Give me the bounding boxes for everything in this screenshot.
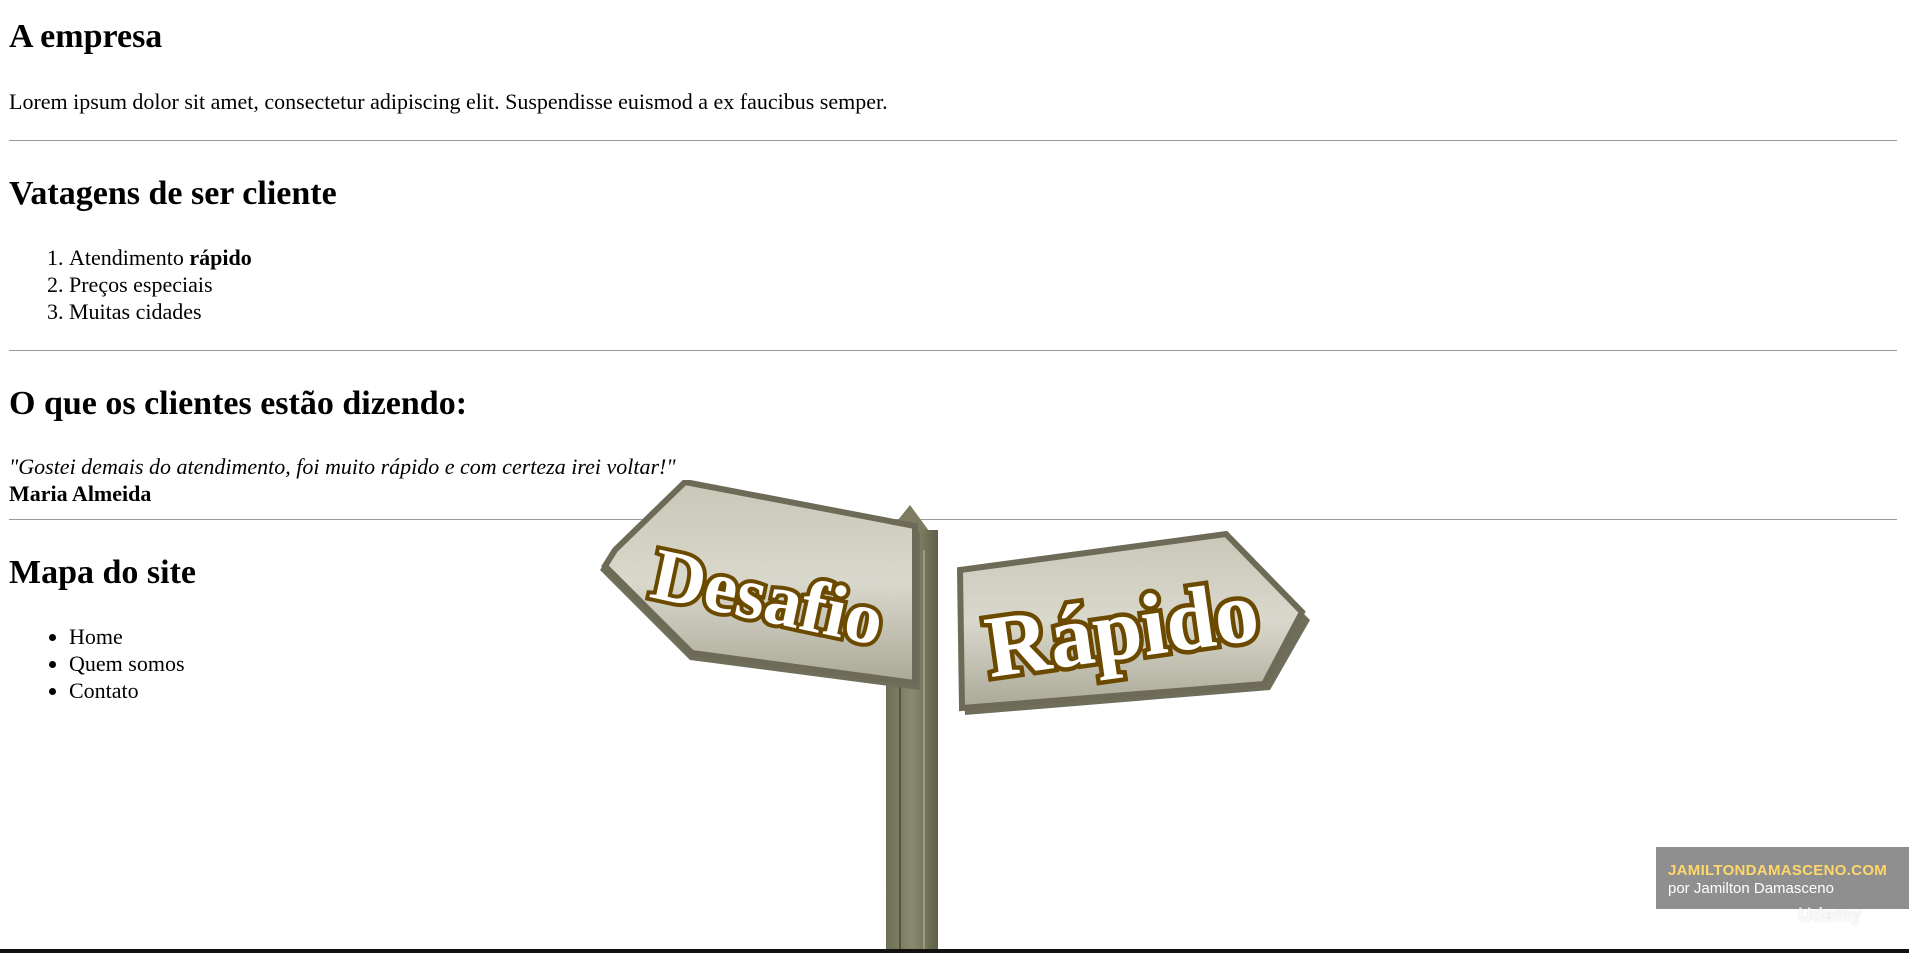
list-item-bold: rápido bbox=[189, 245, 252, 270]
advantages-title: Vatagens de ser cliente bbox=[9, 175, 337, 212]
list-item: Muitas cidades bbox=[69, 298, 252, 325]
page: A empresa Lorem ipsum dolor sit amet, co… bbox=[0, 0, 1909, 953]
list-item: Atendimento rápido bbox=[69, 244, 252, 271]
company-title: A empresa bbox=[9, 18, 163, 55]
sitemap-item-quem-somos: Quem somos bbox=[69, 650, 185, 677]
testimonial-quote: "Gostei demais do atendimento, foi muito… bbox=[9, 454, 676, 479]
signpost-image: Desafio Rápido bbox=[600, 480, 1310, 953]
divider bbox=[9, 140, 1897, 141]
company-text: Lorem ipsum dolor sit amet, consectetur … bbox=[9, 89, 888, 114]
sitemap-item-contato: Contato bbox=[69, 677, 185, 704]
watermark-badge: JAMILTONDAMASCENO.COM por Jamilton Damas… bbox=[1656, 847, 1909, 909]
bottom-bar bbox=[0, 949, 1909, 953]
watermark-site: JAMILTONDAMASCENO.COM bbox=[1668, 862, 1888, 879]
list-item: Preços especiais bbox=[69, 271, 252, 298]
list-item-text: Preços especiais bbox=[69, 272, 213, 297]
sitemap-item-home: Home bbox=[69, 623, 185, 650]
testimonial-author: Maria Almeida bbox=[9, 481, 152, 506]
list-item-text: Atendimento bbox=[69, 245, 190, 270]
sitemap-list: Home Quem somos Contato bbox=[9, 623, 185, 704]
list-item-text: Muitas cidades bbox=[69, 299, 202, 324]
watermark-author: por Jamilton Damasceno bbox=[1668, 880, 1834, 897]
udemy-logo: Udemy bbox=[1798, 905, 1908, 941]
testimonials-title: O que os clientes estão dizendo: bbox=[9, 385, 468, 422]
sitemap-title: Mapa do site bbox=[9, 554, 196, 591]
udemy-logo-text: Udemy bbox=[1798, 905, 1862, 926]
advantages-list: Atendimento rápido Preços especiais Muit… bbox=[9, 244, 252, 325]
divider bbox=[9, 350, 1897, 351]
